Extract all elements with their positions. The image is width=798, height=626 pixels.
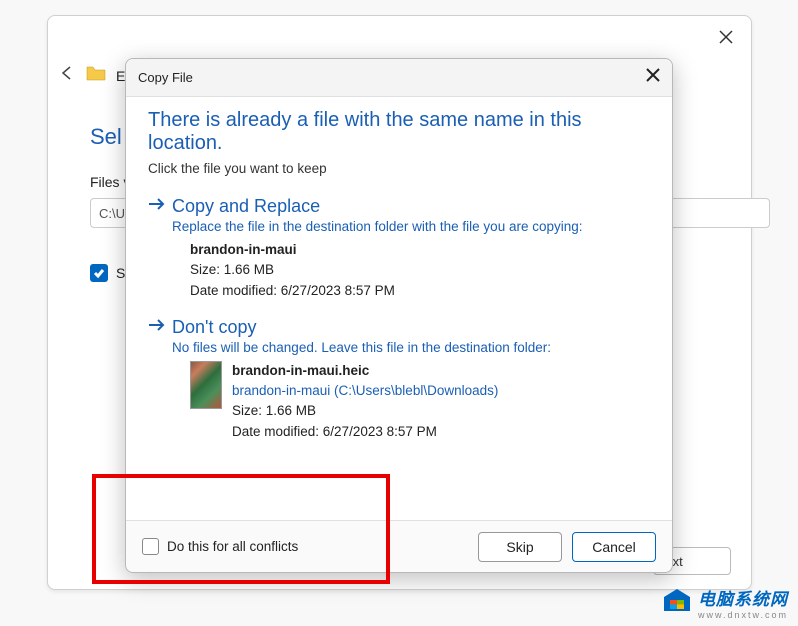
option2-filename: brandon-in-maui.heic [232,361,498,381]
watermark: 电脑系统网 www.dnxtw.com [662,585,788,620]
option2-title: Don't copy [172,317,256,338]
parent-close-button[interactable] [719,30,733,49]
option-copy-replace[interactable]: Copy and Replace Replace the file in the… [148,190,650,311]
dialog-titlebar: Copy File [126,59,672,97]
option-dont-copy[interactable]: Don't copy No files will be changed. Lea… [148,311,650,452]
sh-checkbox[interactable] [90,264,108,282]
all-conflicts-checkbox[interactable] [142,538,159,555]
dialog-subhead: Click the file you want to keep [148,161,650,176]
option1-desc: Replace the file in the destination fold… [172,219,650,234]
option2-size: Size: 1.66 MB [232,401,498,421]
option1-date: Date modified: 6/27/2023 8:57 PM [190,281,395,301]
option1-size: Size: 1.66 MB [190,260,395,280]
skip-button[interactable]: Skip [478,532,562,562]
arrow-right-icon [148,318,166,337]
dialog-footer: Do this for all conflicts Skip Cancel [126,520,672,572]
dialog-headline: There is already a file with the same na… [148,109,650,155]
option1-title: Copy and Replace [172,196,320,217]
watermark-url: www.dnxtw.com [698,610,788,620]
option1-filename: brandon-in-maui [190,240,395,260]
arrow-right-icon [148,197,166,216]
option2-date: Date modified: 6/27/2023 8:57 PM [232,422,498,442]
option2-desc: No files will be changed. Leave this fil… [172,340,650,355]
section-heading-partial: Sel [90,124,122,150]
dialog-title: Copy File [138,70,193,85]
cancel-button[interactable]: Cancel [572,532,656,562]
option2-path: brandon-in-maui (C:\Users\blebl\Download… [232,381,498,401]
watermark-text: 电脑系统网 [698,585,788,610]
folder-icon [86,64,106,87]
watermark-logo-icon [662,587,692,618]
copy-file-dialog: Copy File There is already a file with t… [125,58,673,573]
back-arrow-icon[interactable] [58,64,76,87]
dialog-close-button[interactable] [646,68,660,87]
file-thumbnail [190,361,222,409]
all-conflicts-label: Do this for all conflicts [167,539,298,554]
